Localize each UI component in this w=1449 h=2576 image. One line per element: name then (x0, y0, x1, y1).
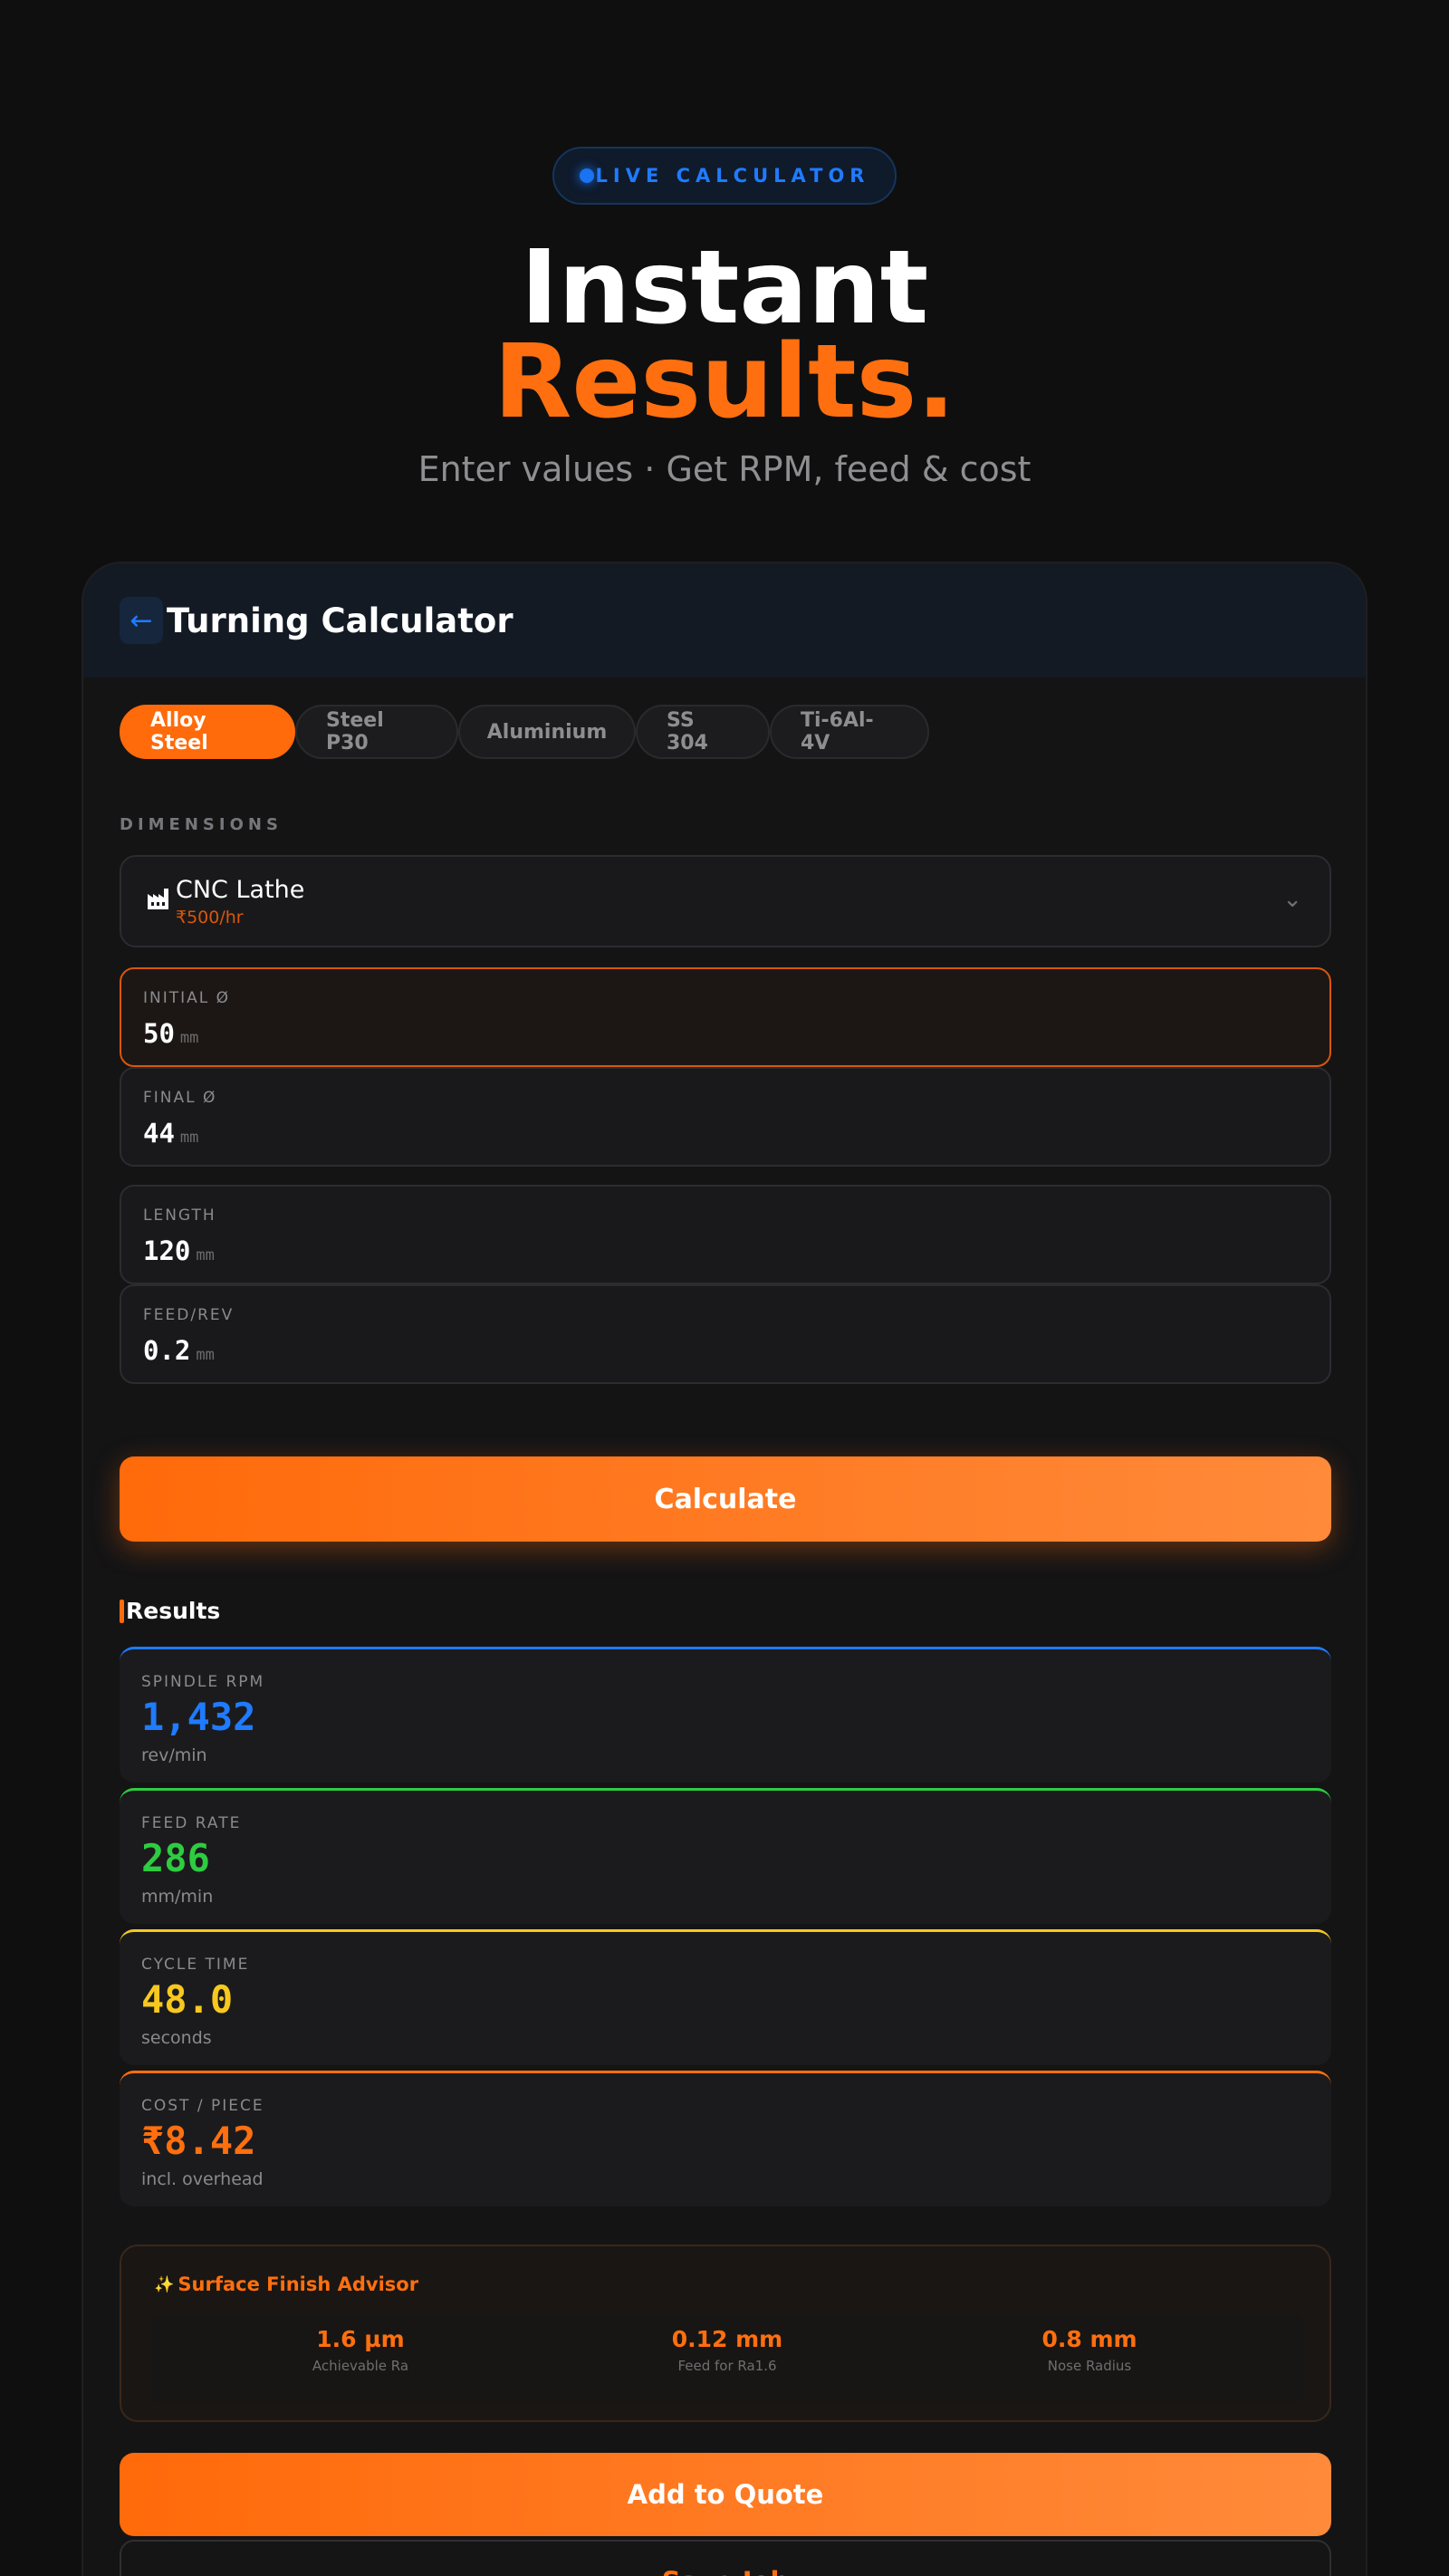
result-feed-rate: FEED RATE 286 mm/min (120, 1788, 1331, 1924)
result-cost-per-piece: COST / PIECE ₹8.42 incl. overhead (120, 2071, 1331, 2206)
tab-ti-6al-4v[interactable]: Ti-6Al-4V (770, 705, 929, 759)
factory-icon (147, 886, 176, 918)
advisor-stat-label: Nose Radius (1047, 2358, 1132, 2374)
advisor-stats: 1.6 µm Achievable Ra 0.12 mm Feed for Ra… (150, 2313, 1304, 2404)
feed-per-rev-unit: mm (196, 1346, 215, 1364)
live-calculator-badge: LIVE CALCULATOR (552, 147, 897, 205)
results-accent-bar (120, 1599, 124, 1623)
result-value: ₹8.42 (141, 2119, 256, 2163)
feed-per-rev-value[interactable]: 0.2 (143, 1335, 190, 1366)
result-unit: mm/min (141, 1887, 214, 1908)
machine-name: CNC Lathe (176, 875, 305, 904)
result-label: COST / PIECE (141, 2097, 264, 2115)
advisor-stat-value: 0.12 mm (671, 2326, 783, 2352)
final-diameter-field[interactable]: FINAL Ø 44 mm (120, 1067, 1331, 1167)
advisor-stat-value: 0.8 mm (1041, 2326, 1137, 2352)
final-diameter-unit: mm (179, 1129, 199, 1147)
results-header: Results (120, 1598, 220, 1624)
sparkle-icon: ✨ (154, 2274, 175, 2294)
hero-title-line2: Results. (494, 323, 955, 441)
length-field[interactable]: LENGTH 120 mm (120, 1185, 1331, 1284)
result-value: 1,432 (141, 1695, 256, 1739)
card-title: Turning Calculator (167, 601, 513, 640)
result-value: 48.0 (141, 1977, 234, 2022)
dimensions-section-label: DIMENSIONS (120, 815, 283, 834)
calculate-button[interactable]: Calculate (120, 1456, 1331, 1542)
result-unit: rev/min (141, 1745, 207, 1766)
initial-diameter-label: INITIAL Ø (143, 989, 231, 1007)
advisor-stat-ra: 1.6 µm Achievable Ra (225, 2326, 496, 2374)
tab-alloy-steel[interactable]: Alloy Steel (120, 705, 295, 759)
result-spindle-rpm: SPINDLE RPM 1,432 rev/min (120, 1647, 1331, 1783)
initial-diameter-field[interactable]: INITIAL Ø 50 mm (120, 967, 1331, 1067)
result-label: FEED RATE (141, 1814, 242, 1832)
final-diameter-label: FINAL Ø (143, 1089, 217, 1107)
length-value[interactable]: 120 (143, 1235, 190, 1266)
advisor-stat-label: Feed for Ra1.6 (677, 2358, 777, 2374)
add-to-quote-button[interactable]: Add to Quote (120, 2453, 1331, 2536)
tab-steel-p30[interactable]: Steel P30 (295, 705, 458, 759)
final-diameter-value[interactable]: 44 (143, 1118, 175, 1149)
initial-diameter-unit: mm (179, 1029, 199, 1047)
feed-per-rev-label: FEED/REV (143, 1306, 235, 1324)
results-title: Results (126, 1598, 221, 1624)
result-value: 286 (141, 1836, 210, 1880)
result-cycle-time: CYCLE TIME 48.0 seconds (120, 1929, 1331, 2065)
surface-finish-advisor: ✨ Surface Finish Advisor 1.6 µm Achievab… (120, 2244, 1331, 2422)
result-unit: incl. overhead (141, 2169, 264, 2190)
length-label: LENGTH (143, 1206, 216, 1225)
result-label: CYCLE TIME (141, 1956, 250, 1974)
tab-ss-304[interactable]: SS 304 (636, 705, 770, 759)
initial-diameter-value[interactable]: 50 (143, 1018, 175, 1049)
hero-subtitle: Enter values · Get RPM, feed & cost (417, 449, 1032, 489)
result-label: SPINDLE RPM (141, 1673, 265, 1691)
live-dot-icon (579, 168, 594, 183)
card-header: ← Turning Calculator (83, 563, 1366, 678)
machine-hourly-rate: ₹500/hr (176, 907, 244, 928)
back-arrow-icon[interactable]: ← (120, 597, 163, 644)
machine-info: CNC Lathe ₹500/hr (176, 876, 304, 928)
material-tabs: Alloy Steel Steel P30 Aluminium SS 304 T… (120, 705, 929, 759)
advisor-stat-value: 1.6 µm (316, 2326, 405, 2352)
advisor-stat-label: Achievable Ra (312, 2358, 409, 2374)
feed-per-rev-field[interactable]: FEED/REV 0.2 mm (120, 1284, 1331, 1384)
badge-label: LIVE CALCULATOR (595, 165, 870, 187)
advisor-stat-nose-radius: 0.8 mm Nose Radius (954, 2326, 1225, 2374)
chevron-down-icon: ⌄ (1282, 886, 1302, 913)
length-unit: mm (196, 1246, 215, 1264)
tab-aluminium[interactable]: Aluminium (458, 705, 636, 759)
turning-calculator-card: ← Turning Calculator Alloy Steel Steel P… (82, 562, 1367, 2576)
machine-select[interactable]: CNC Lathe ₹500/hr ⌄ (120, 855, 1331, 947)
result-unit: seconds (141, 2028, 212, 2049)
advisor-stat-feed: 0.12 mm Feed for Ra1.6 (591, 2326, 863, 2374)
save-job-button[interactable]: Save Job (120, 2540, 1331, 2576)
advisor-title: Surface Finish Advisor (178, 2273, 419, 2295)
